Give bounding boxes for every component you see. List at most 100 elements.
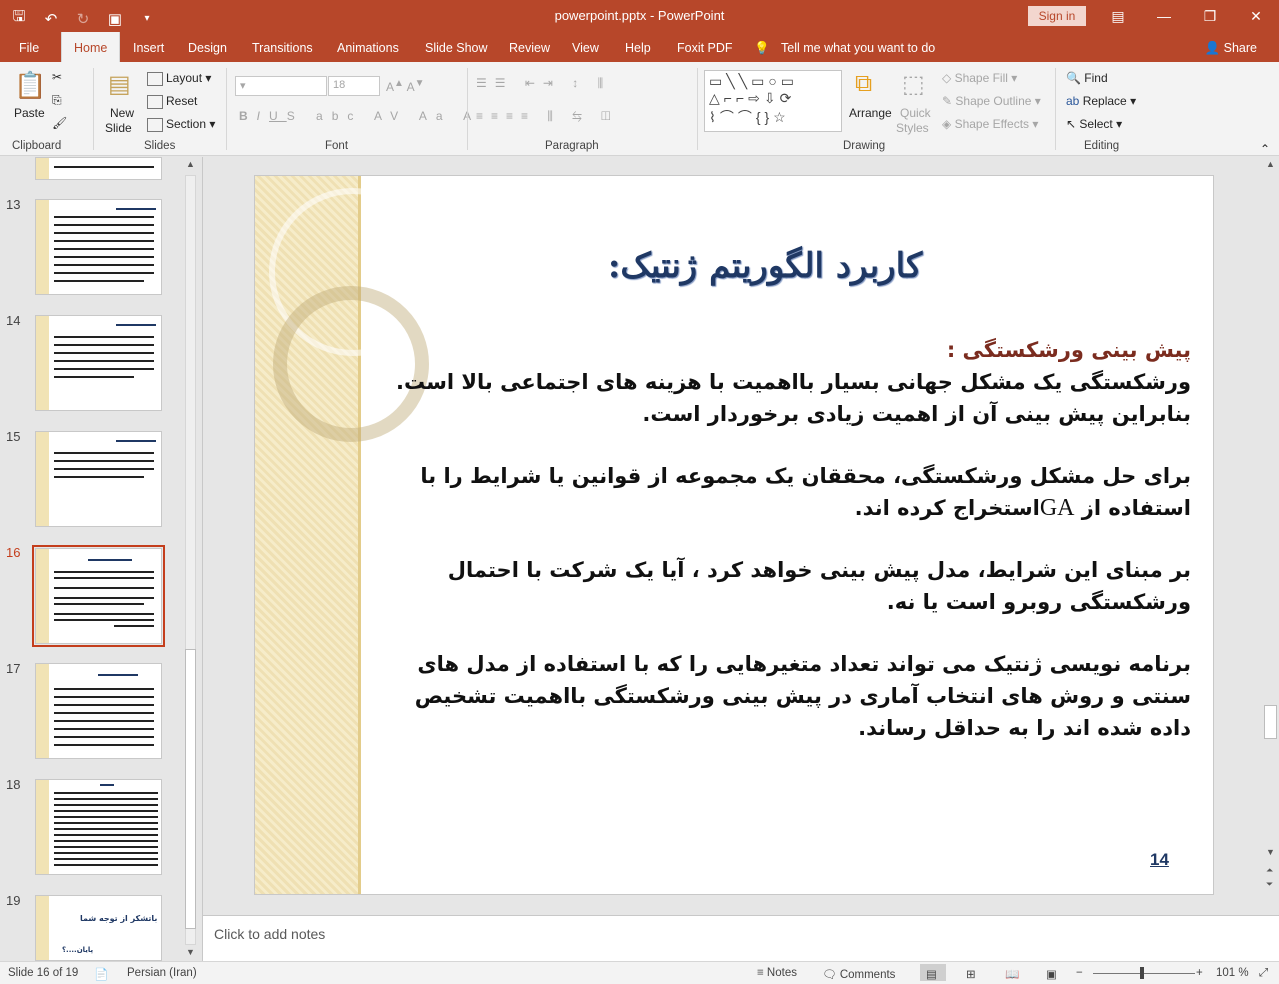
tab-design[interactable]: Design [188, 32, 227, 62]
copy-icon[interactable]: ⎘ [52, 93, 62, 108]
slide-thumbnail-12[interactable] [35, 157, 162, 180]
align-buttons[interactable]: ≡≡≡≡ ⫼ ⇆ ◫ [476, 109, 619, 124]
arrange-button[interactable]: Arrange [849, 106, 892, 120]
zoom-out-icon[interactable]: − [1076, 967, 1083, 979]
replace-button[interactable]: ab Replace ▾ [1066, 94, 1136, 108]
tab-file[interactable]: File [19, 32, 39, 62]
font-format-buttons[interactable]: BIUS abc AV Aa A [239, 109, 480, 123]
status-bar: Slide 16 of 19 📄 Persian (Iran) ≡ Notes … [0, 961, 1279, 984]
scroll-up-icon[interactable]: ▲ [186, 159, 195, 169]
shapes-gallery[interactable]: ▭╲╲▭○▭ △⌐⌐⇨⇩⟳ ⌇⌒⌒{}☆ [704, 70, 842, 132]
section-button[interactable]: Section ▾ [147, 117, 215, 132]
quick-styles-label-1[interactable]: Quick [900, 106, 931, 120]
zoom-in-icon[interactable]: + [1196, 967, 1203, 979]
fit-to-window-icon[interactable]: ⤢ [1259, 967, 1268, 980]
new-slide-label-2[interactable]: Slide [105, 121, 132, 135]
slide-thumbnail-17[interactable] [35, 663, 162, 759]
tab-slide-show[interactable]: Slide Show [425, 32, 488, 62]
font-size-combo[interactable]: 18 [328, 76, 380, 96]
slide-title[interactable]: کاربرد الگوریتم ژنتیک: [375, 246, 1155, 286]
slide-thumbnail-14[interactable] [35, 315, 162, 411]
slide-canvas[interactable]: کاربرد الگوریتم ژنتیک: پیش بینی ورشکستگی… [254, 175, 1214, 895]
zoom-level[interactable]: 101 % [1216, 967, 1249, 979]
thumbnail-scroll-thumb[interactable] [185, 649, 196, 929]
next-slide-icon[interactable]: ⏷ [1266, 879, 1273, 890]
slide-show-icon[interactable]: ▣ [1046, 967, 1057, 981]
ribbon-display-options-icon[interactable]: ▤ [1095, 0, 1141, 32]
document-title: powerpoint.pptx - PowerPoint [554, 8, 725, 23]
notes-toggle[interactable]: ≡ Notes [757, 967, 797, 979]
cut-icon[interactable]: ✂ [52, 70, 62, 84]
comments-toggle[interactable]: 🗨 Comments [822, 967, 895, 981]
layout-button[interactable]: Layout ▾ [147, 71, 211, 86]
slide-paragraph: برنامه نویسی ژنتیک می تواند تعداد متغیره… [414, 652, 1191, 740]
scroll-down-icon[interactable]: ▼ [1266, 847, 1275, 857]
notes-pane[interactable]: Click to add notes [203, 915, 1279, 961]
tab-view[interactable]: View [572, 32, 599, 62]
tab-insert[interactable]: Insert [133, 32, 164, 62]
tab-home[interactable]: Home [61, 32, 121, 63]
ribbon-home: 📋 Paste ✂ ⎘ 🖌 Clipboard ▤ New Slide Layo… [0, 62, 1279, 156]
slide-thumbnail-15[interactable] [35, 431, 162, 527]
slide-thumbnail-16[interactable] [35, 548, 162, 644]
reset-label: Reset [166, 94, 198, 108]
tab-animations[interactable]: Animations [337, 32, 399, 62]
reading-view-icon[interactable]: 📖 [1005, 967, 1019, 981]
paste-icon[interactable]: 📋 [14, 70, 46, 101]
format-painter-icon[interactable]: 🖌 [52, 116, 67, 130]
tell-me-search[interactable]: Tell me what you want to do [781, 32, 935, 62]
slide-thumbnail-13[interactable] [35, 199, 162, 295]
slide-body-text[interactable]: پیش بینی ورشکستگی : ورشکستگی یک مشکل جها… [385, 334, 1191, 774]
collapse-ribbon-icon[interactable]: ⌃ [1260, 142, 1270, 156]
find-button[interactable]: 🔍 Find [1066, 71, 1108, 85]
tab-review[interactable]: Review [509, 32, 550, 62]
shape-fill-button[interactable]: ◇ Shape Fill ▾ [942, 71, 1017, 85]
slide-counter: Slide 16 of 19 [8, 967, 79, 979]
close-button[interactable]: ✕ [1233, 0, 1279, 32]
slide-thumbnail-18[interactable] [35, 779, 162, 875]
shape-outline-button[interactable]: ✎ Shape Outline ▾ [942, 94, 1041, 108]
thumbnail-number: 17 [6, 661, 21, 676]
shape-effects-button[interactable]: ◈ Shape Effects ▾ [942, 117, 1038, 131]
sign-in-button[interactable]: Sign in [1028, 6, 1086, 26]
scroll-up-icon[interactable]: ▲ [1266, 159, 1275, 169]
quick-styles-label-2[interactable]: Styles [896, 121, 929, 135]
quick-styles-icon[interactable]: ⬚ [902, 70, 925, 99]
tab-foxit-pdf[interactable]: Foxit PDF [677, 32, 733, 62]
minimize-button[interactable]: — [1141, 0, 1187, 32]
select-label: Select [1079, 117, 1113, 131]
scroll-down-icon[interactable]: ▼ [186, 947, 195, 957]
zoom-slider-thumb[interactable] [1140, 967, 1144, 979]
font-name-combo[interactable]: ▾ [235, 76, 327, 96]
layout-label: Layout [166, 71, 203, 85]
normal-view-icon: ▤ [926, 969, 937, 981]
find-label: Find [1084, 71, 1108, 85]
ribbon-separator [697, 68, 698, 150]
previous-slide-icon[interactable]: ⏶ [1266, 865, 1273, 876]
thumbnail-scrollbar[interactable]: ▲ ▼ [183, 159, 198, 961]
new-slide-label-1[interactable]: New [110, 106, 134, 120]
slide-sorter-icon[interactable]: ⊞ [966, 967, 976, 981]
share-button[interactable]: 👤 Share [1205, 41, 1257, 56]
maximize-button[interactable]: ❐ [1187, 0, 1233, 32]
new-slide-icon[interactable]: ▤ [108, 70, 131, 99]
increase-font-icon[interactable]: A▲ A▼ [386, 78, 425, 94]
ga-acronym: GA [1039, 495, 1075, 521]
ribbon-separator [467, 68, 468, 150]
tab-help[interactable]: Help [625, 32, 651, 62]
select-button[interactable]: ↖ Select ▾ [1066, 117, 1122, 131]
pane-divider[interactable] [202, 157, 203, 961]
person-icon: 👤 [1204, 41, 1221, 55]
slide-thumbnail-19[interactable]: باتشکر از توجه شما پایان....؟ [35, 895, 162, 961]
zoom-slider[interactable] [1093, 973, 1195, 974]
tab-transitions[interactable]: Transitions [252, 32, 313, 62]
arrange-icon[interactable]: ⧉ [855, 70, 872, 98]
list-buttons[interactable]: ☰☰ ⇤⇥ ↕ ⫼ [476, 76, 611, 91]
paste-button[interactable]: Paste [14, 106, 45, 120]
language-indicator[interactable]: Persian (Iran) [127, 967, 197, 979]
reset-button[interactable]: Reset [147, 94, 197, 109]
spelling-icon[interactable]: 📄 [94, 967, 108, 981]
slide-scroll-thumb[interactable] [1264, 705, 1277, 739]
thumbnail-number: 19 [6, 893, 21, 908]
slide-scrollbar[interactable]: ▲ ▼ ⏶ ⏷ [1262, 157, 1279, 895]
